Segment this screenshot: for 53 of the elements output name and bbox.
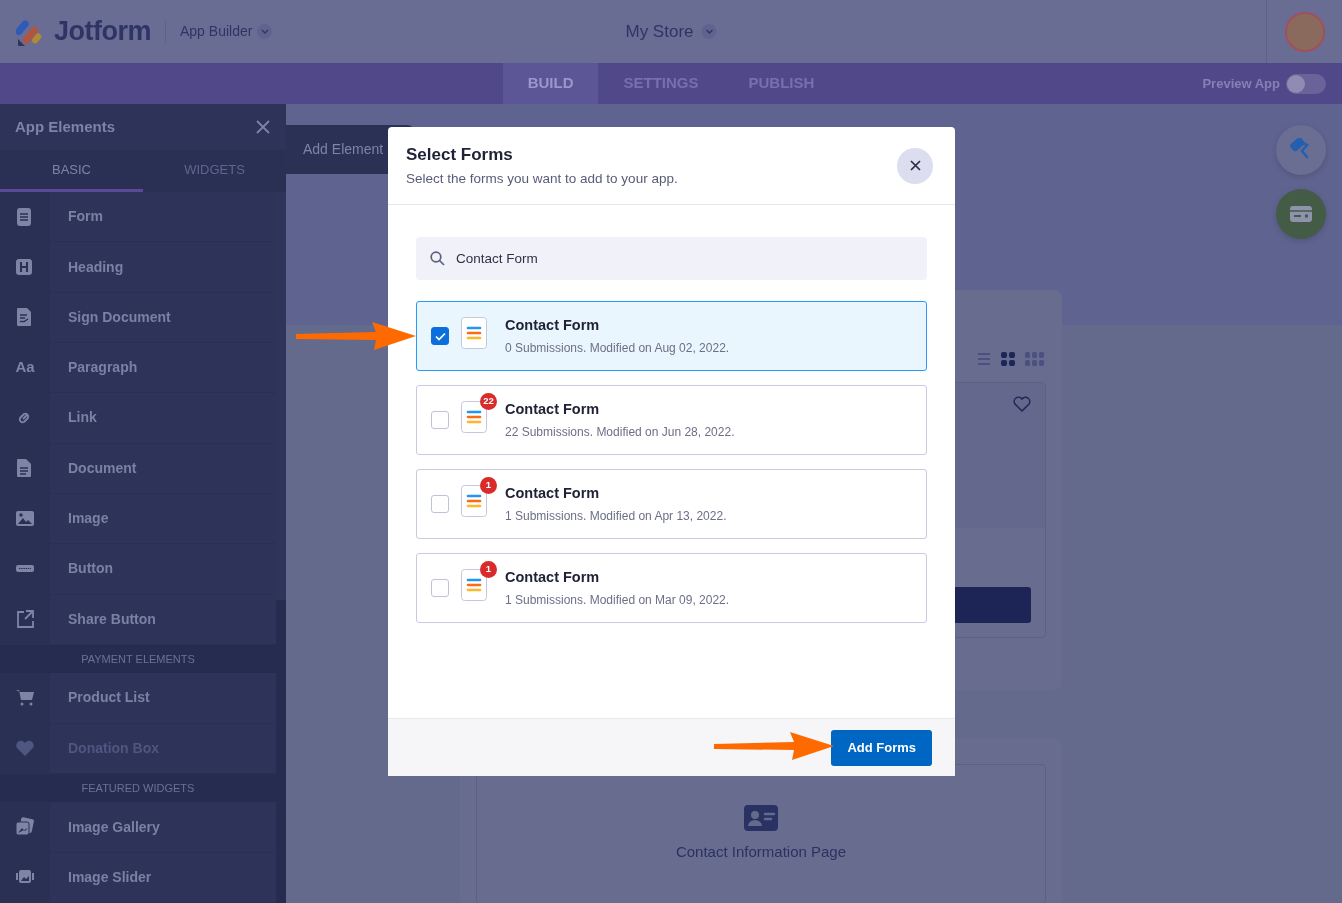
- element-item[interactable]: Image: [0, 493, 276, 545]
- form-list-item[interactable]: 1 Contact Form 1 Submissions. Modified on Apr 13, 2022.: [416, 469, 927, 539]
- search-field[interactable]: Contact Form: [416, 237, 927, 280]
- form-list-item[interactable]: 22 Contact Form 22 Submissions. Modified on Jun 28, 2022.: [416, 385, 927, 455]
- element-item[interactable]: Button: [0, 544, 276, 595]
- form-list-item[interactable]: Contact Form 0 Submissions. Modified on Aug 02, 2022.: [416, 301, 927, 371]
- form-name: Contact Form: [505, 483, 601, 503]
- element-item[interactable]: Sign Document: [0, 292, 276, 344]
- product-dropdown[interactable]: App Builder: [180, 21, 273, 42]
- page-title: Contact Information Page: [675, 841, 847, 862]
- element-item[interactable]: Document: [0, 443, 276, 494]
- element-label: Button: [67, 559, 114, 579]
- count-badge: 1: [480, 476, 497, 494]
- element-item[interactable]: Link: [0, 393, 276, 444]
- element-label: Document: [67, 458, 137, 478]
- element-label: Image Gallery: [67, 817, 160, 837]
- element-label: Form: [67, 207, 103, 227]
- form-list-item[interactable]: 1 Contact Form 1 Submissions. Modified on Mar 09, 2022.: [416, 553, 927, 623]
- element-label: Share Button: [67, 609, 156, 629]
- section-heading: FEATURED WIDGETS: [0, 773, 276, 803]
- panel-tab[interactable]: WIDGETS: [143, 150, 286, 193]
- form-name: Contact Form: [505, 567, 601, 587]
- form-name: Contact Form: [505, 315, 601, 335]
- form-details: 22 Submissions. Modified on Jun 28, 2022.: [505, 424, 735, 442]
- logo-wordmark: Jotform: [54, 15, 151, 49]
- element-label: Sign Document: [67, 307, 171, 327]
- form-details: 0 Submissions. Modified on Aug 02, 2022.: [505, 340, 730, 358]
- element-label: Link: [67, 408, 97, 428]
- form-details: 1 Submissions. Modified on Apr 13, 2022.: [505, 508, 727, 526]
- element-label: Image: [67, 509, 109, 529]
- element-item[interactable]: Share Button: [0, 594, 276, 645]
- form-name: Contact Form: [505, 399, 601, 419]
- app-name-dropdown[interactable]: My Store: [625, 18, 717, 45]
- element-item[interactable]: Image Slider: [0, 852, 276, 903]
- element-item[interactable]: Aa Paragraph: [0, 343, 276, 394]
- element-item[interactable]: Image Gallery: [0, 802, 276, 853]
- element-label: Image Slider: [67, 867, 152, 887]
- paragraph-icon: Aa: [15, 356, 35, 379]
- count-badge: 22: [480, 392, 497, 410]
- element-item[interactable]: Heading: [0, 242, 276, 293]
- element-label: Product List: [67, 688, 150, 708]
- element-label: Heading: [67, 257, 124, 277]
- panel-title: App Elements: [15, 116, 116, 137]
- element-item[interactable]: Product List: [0, 673, 276, 724]
- form-details: 1 Submissions. Modified on Mar 09, 2022.: [505, 592, 730, 610]
- count-badge: 1: [480, 560, 497, 578]
- app-name: My Store: [625, 20, 694, 43]
- nav-tab[interactable]: BUILD: [502, 63, 599, 104]
- element-item[interactable]: Form: [0, 192, 276, 243]
- add-forms-button[interactable]: Add Forms: [831, 729, 932, 766]
- product-name: App Builder: [180, 22, 253, 41]
- section-heading: PAYMENT ELEMENTS: [0, 644, 276, 674]
- element-label: Paragraph: [67, 358, 138, 378]
